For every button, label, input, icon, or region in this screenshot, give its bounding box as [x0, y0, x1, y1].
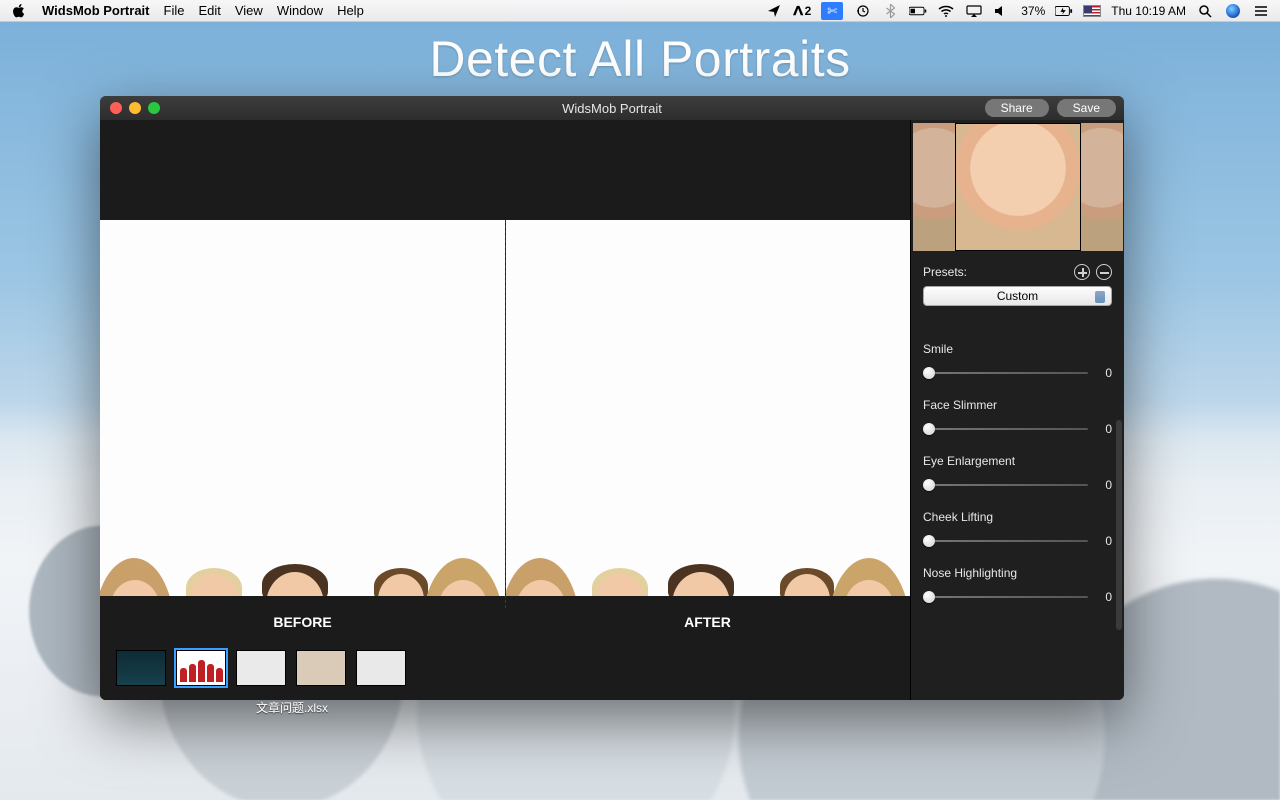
- screenshot-scissors-icon[interactable]: ✄: [821, 2, 843, 20]
- wifi-icon[interactable]: [937, 4, 955, 18]
- slider-track[interactable]: [923, 428, 1088, 430]
- menubar-clock[interactable]: Thu 10:19 AM: [1111, 4, 1186, 18]
- slider-value: 0: [1098, 366, 1112, 380]
- detected-face-next[interactable]: [1081, 123, 1123, 251]
- sliders-panel: Smile0Face Slimmer0Eye Enlargement0Cheek…: [911, 322, 1124, 630]
- before-label: BEFORE: [100, 608, 505, 640]
- app-window: WidsMob Portrait Share Save: [100, 96, 1124, 700]
- adobe-badge-count: 2: [805, 4, 812, 18]
- slider-eye-enlargement: Eye Enlargement 0: [923, 454, 1112, 492]
- sidebar-scrollbar[interactable]: [1116, 420, 1122, 630]
- thumbnail-strip: [100, 640, 910, 700]
- thumbnail-4[interactable]: [296, 650, 346, 686]
- window-titlebar[interactable]: WidsMob Portrait Share Save: [100, 96, 1124, 120]
- slider-label: Smile: [923, 342, 1112, 356]
- after-label: AFTER: [505, 608, 910, 640]
- siri-icon[interactable]: [1224, 4, 1242, 18]
- charging-icon: [1055, 4, 1073, 18]
- desktop-file-label[interactable]: 文章问题.xlsx: [256, 699, 328, 716]
- slider-track[interactable]: [923, 372, 1088, 374]
- slider-value: 0: [1098, 478, 1112, 492]
- preset-add-icon[interactable]: [1074, 264, 1090, 280]
- menubar-item-help[interactable]: Help: [337, 3, 364, 18]
- slider-track[interactable]: [923, 596, 1088, 598]
- battery-icon[interactable]: [909, 4, 927, 18]
- presets-label: Presets:: [923, 265, 967, 279]
- slider-knob[interactable]: [923, 535, 935, 547]
- after-pane: [506, 220, 911, 608]
- after-image: [506, 220, 911, 596]
- airplay-icon[interactable]: [965, 4, 983, 18]
- menubar-item-view[interactable]: View: [235, 3, 263, 18]
- menubar-item-window[interactable]: Window: [277, 3, 323, 18]
- bluetooth-icon[interactable]: [881, 4, 899, 18]
- menubar-item-file[interactable]: File: [164, 3, 185, 18]
- preset-dropdown[interactable]: Custom ▴▾: [923, 286, 1112, 306]
- detected-faces-row: [911, 120, 1124, 254]
- slider-knob[interactable]: [923, 591, 935, 603]
- input-source-flag-icon[interactable]: [1083, 5, 1101, 17]
- detected-face-prev[interactable]: [913, 123, 955, 251]
- thumbnail-1[interactable]: [116, 650, 166, 686]
- window-title: WidsMob Portrait: [100, 101, 1124, 116]
- share-button[interactable]: Share: [985, 99, 1049, 117]
- slider-track[interactable]: [923, 540, 1088, 542]
- slider-smile: Smile 0: [923, 342, 1112, 380]
- slider-label: Cheek Lifting: [923, 510, 1112, 524]
- slider-face-slimmer: Face Slimmer 0: [923, 398, 1112, 436]
- preset-selected-value: Custom: [997, 289, 1038, 303]
- slider-knob[interactable]: [923, 367, 935, 379]
- notification-center-icon[interactable]: [1252, 4, 1270, 18]
- save-button[interactable]: Save: [1057, 99, 1116, 117]
- slider-track[interactable]: [923, 484, 1088, 486]
- menubar-item-edit[interactable]: Edit: [198, 3, 220, 18]
- mac-menubar: WidsMob Portrait File Edit View Window H…: [0, 0, 1280, 22]
- thumbnail-2[interactable]: [176, 650, 226, 686]
- slider-label: Face Slimmer: [923, 398, 1112, 412]
- thumbnail-3[interactable]: [236, 650, 286, 686]
- chevron-updown-icon: ▴▾: [1098, 292, 1103, 302]
- spotlight-icon[interactable]: [1196, 4, 1214, 18]
- adobe-cloud-icon[interactable]: 2: [793, 4, 811, 18]
- before-image: [100, 220, 505, 596]
- preset-remove-icon[interactable]: [1096, 264, 1112, 280]
- slider-cheek-lifting: Cheek Lifting 0: [923, 510, 1112, 548]
- comparison-labels: BEFORE AFTER: [100, 608, 910, 640]
- slider-label: Eye Enlargement: [923, 454, 1112, 468]
- slider-label: Nose Highlighting: [923, 566, 1112, 580]
- slider-value: 0: [1098, 590, 1112, 604]
- before-pane: [100, 220, 506, 608]
- slider-value: 0: [1098, 534, 1112, 548]
- sidebar: Presets: Custom ▴▾ Smile0Face Slimmer0Ey…: [910, 120, 1124, 700]
- slider-knob[interactable]: [923, 423, 935, 435]
- slider-knob[interactable]: [923, 479, 935, 491]
- volume-icon[interactable]: [993, 4, 1011, 18]
- thumbnail-5[interactable]: [356, 650, 406, 686]
- apple-menu-icon[interactable]: [10, 4, 28, 18]
- desktop: WidsMob Portrait File Edit View Window H…: [0, 0, 1280, 800]
- menubar-app-name[interactable]: WidsMob Portrait: [42, 3, 150, 18]
- hero-title: Detect All Portraits: [0, 30, 1280, 88]
- comparison-canvas: [100, 120, 910, 608]
- location-arrow-icon[interactable]: [765, 4, 783, 18]
- time-machine-icon[interactable]: [853, 4, 871, 18]
- slider-value: 0: [1098, 422, 1112, 436]
- main-panel: BEFORE AFTER: [100, 120, 910, 700]
- slider-nose-highlighting: Nose Highlighting 0: [923, 566, 1112, 604]
- battery-percent[interactable]: 37%: [1021, 4, 1045, 18]
- detected-face-selected[interactable]: [955, 123, 1081, 251]
